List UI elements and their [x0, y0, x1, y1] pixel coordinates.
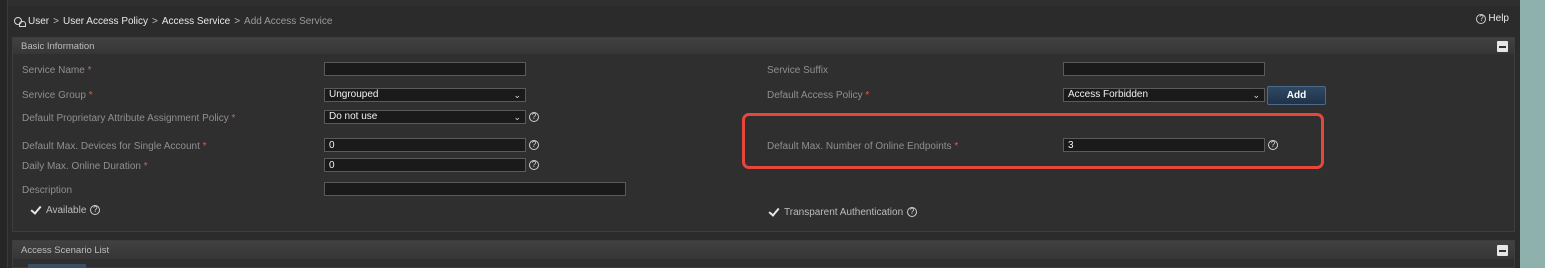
- access-scenario-panel: Access Scenario List: [12, 240, 1515, 268]
- access-scenario-header: Access Scenario List: [13, 241, 1514, 259]
- help-icon[interactable]: ?: [529, 140, 539, 150]
- transparent-authentication-label: Transparent Authentication: [784, 206, 904, 218]
- proprietary-policy-select[interactable]: Do not use ⌄: [324, 110, 526, 124]
- user-icon: [14, 16, 26, 27]
- description-input[interactable]: [324, 182, 626, 196]
- available-checkbox[interactable]: Available ?: [30, 204, 101, 216]
- chevron-down-icon: ⌄: [1252, 90, 1260, 100]
- help-icon[interactable]: ?: [907, 207, 918, 217]
- basic-information-title: Basic Information: [21, 40, 95, 52]
- available-label: Available: [46, 204, 87, 216]
- left-gutter: [0, 0, 8, 268]
- max-online-endpoints-label: Default Max. Number of Online Endpoints …: [767, 141, 959, 152]
- breadcrumb-separator: >: [53, 15, 59, 27]
- breadcrumb-access-service[interactable]: Access Service: [162, 16, 230, 27]
- service-name-label: Service Name *: [22, 65, 92, 76]
- checkmark-icon: [768, 206, 780, 218]
- right-side-panel: [1520, 0, 1545, 268]
- chevron-down-icon: ⌄: [513, 90, 521, 100]
- collapse-access-scenario-button[interactable]: [1497, 244, 1508, 256]
- help-icon[interactable]: ?: [90, 205, 101, 215]
- service-group-value: Ungrouped: [329, 89, 379, 100]
- default-access-policy-value: Access Forbidden: [1068, 89, 1149, 100]
- max-devices-input[interactable]: [324, 138, 526, 152]
- help-label: Help: [1488, 13, 1509, 24]
- breadcrumb-current: Add Access Service: [244, 15, 333, 27]
- chevron-down-icon: ⌄: [513, 112, 521, 122]
- service-name-input[interactable]: [324, 62, 526, 76]
- service-group-select[interactable]: Ungrouped ⌄: [324, 88, 526, 102]
- scenario-toolbar-tab[interactable]: [28, 264, 86, 268]
- help-icon[interactable]: ?: [529, 160, 539, 170]
- proprietary-policy-value: Do not use: [329, 111, 378, 122]
- access-scenario-title: Access Scenario List: [21, 244, 110, 256]
- help-icon: ?: [1476, 13, 1487, 24]
- breadcrumb-user-access-policy[interactable]: User Access Policy: [63, 16, 148, 27]
- collapse-basic-information-button[interactable]: [1497, 40, 1508, 52]
- breadcrumb-user[interactable]: User: [28, 16, 49, 27]
- service-suffix-input[interactable]: [1063, 62, 1265, 76]
- breadcrumb: User > User Access Policy > Access Servi…: [14, 14, 332, 28]
- top-strip: [0, 0, 1520, 6]
- help-icon[interactable]: ?: [1268, 140, 1278, 150]
- basic-information-panel: Basic Information: [12, 37, 1515, 232]
- checkmark-icon: [30, 204, 42, 216]
- daily-max-duration-input[interactable]: [324, 158, 526, 172]
- default-access-policy-select[interactable]: Access Forbidden ⌄: [1063, 88, 1265, 102]
- basic-information-header: Basic Information: [13, 38, 1514, 54]
- description-label: Description: [22, 185, 73, 196]
- transparent-authentication-checkbox[interactable]: Transparent Authentication ?: [768, 206, 918, 218]
- proprietary-policy-label: Default Proprietary Attribute Assignment…: [22, 113, 236, 124]
- help-link[interactable]: ? Help: [1476, 13, 1509, 24]
- add-access-policy-button[interactable]: Add: [1267, 86, 1326, 105]
- max-online-endpoints-input[interactable]: [1063, 138, 1265, 152]
- daily-max-duration-label: Daily Max. Online Duration *: [22, 161, 148, 172]
- service-group-label: Service Group *: [22, 90, 93, 101]
- breadcrumb-separator: >: [152, 15, 158, 27]
- default-access-policy-label: Default Access Policy *: [767, 90, 870, 101]
- max-devices-label: Default Max. Devices for Single Account …: [22, 141, 207, 152]
- breadcrumb-separator: >: [234, 15, 241, 27]
- help-icon[interactable]: ?: [529, 112, 539, 122]
- service-suffix-label: Service Suffix: [767, 65, 828, 76]
